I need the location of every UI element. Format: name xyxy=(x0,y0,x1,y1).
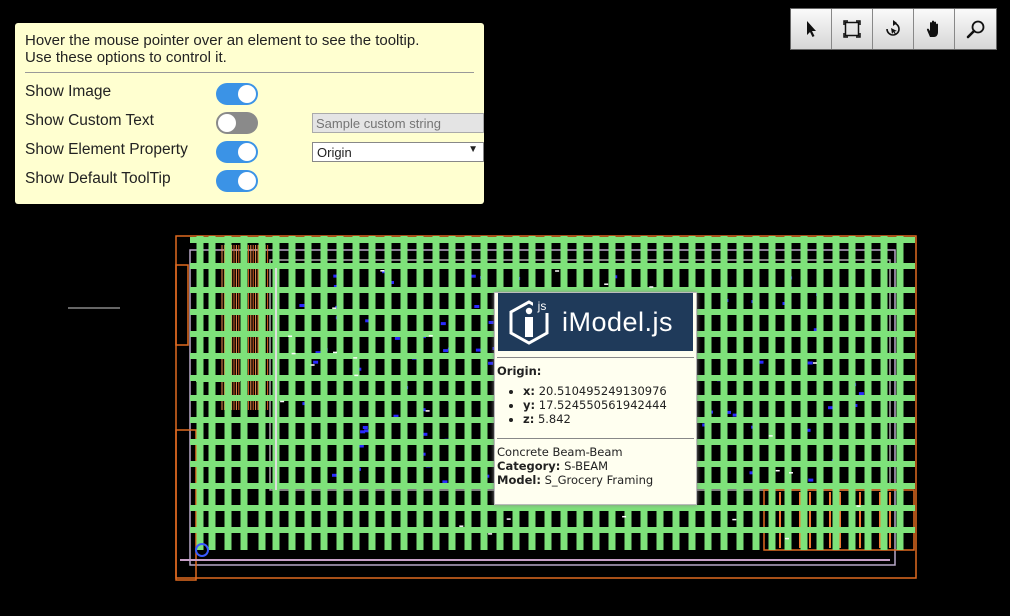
toggle-knob xyxy=(238,143,256,161)
coord-z: z: 5.842 xyxy=(523,412,694,426)
blue-mark xyxy=(488,321,494,324)
blue-mark xyxy=(364,429,370,433)
blue-mark xyxy=(808,478,814,482)
element-category: Category: S-BEAM xyxy=(497,459,609,473)
blue-mark xyxy=(807,361,813,365)
show-custom-text-row: Show Custom Text xyxy=(25,110,484,139)
dropdown-arrow-icon: ▼ xyxy=(468,144,478,155)
show-image-label: Show Image xyxy=(25,83,112,100)
blue-mark xyxy=(474,305,480,308)
imodeljs-logo: js iModel.js xyxy=(498,293,693,351)
zoom-magnifier-icon xyxy=(966,20,984,39)
fit-view-icon xyxy=(843,20,861,38)
blue-mark xyxy=(470,274,476,278)
toggle-knob xyxy=(238,85,256,103)
origin-coordinates-list: x: 20.510495249130976 y: 17.524550561942… xyxy=(497,384,694,426)
toggle-knob xyxy=(238,172,256,190)
show-element-property-label: Show Element Property xyxy=(25,141,188,158)
element-property-select[interactable]: Origin ▼ xyxy=(312,142,484,162)
show-custom-text-toggle[interactable] xyxy=(216,112,258,134)
blue-mark xyxy=(475,348,481,352)
blue-mark xyxy=(488,361,494,365)
blue-mark xyxy=(443,349,449,353)
logo-badge: js xyxy=(537,299,547,313)
view-tools-toolbar xyxy=(790,8,997,50)
show-default-tooltip-label: Show Default ToolTip xyxy=(25,170,171,187)
show-default-tooltip-row: Show Default ToolTip xyxy=(25,168,474,197)
blue-mark xyxy=(440,322,446,326)
show-element-property-toggle[interactable] xyxy=(216,141,258,163)
element-name: Concrete Beam-Beam xyxy=(497,445,623,459)
show-custom-text-label: Show Custom Text xyxy=(25,112,154,129)
blue-mark xyxy=(442,480,448,484)
element-property-selected-value: Origin xyxy=(317,145,352,160)
imodeljs-logo-icon: js xyxy=(509,299,552,345)
blue-mark xyxy=(394,336,400,340)
zoom-view-button[interactable] xyxy=(955,9,996,49)
blue-mark xyxy=(362,426,368,429)
fit-view-button[interactable] xyxy=(832,9,873,49)
panel-divider xyxy=(25,72,474,73)
show-image-toggle[interactable] xyxy=(216,83,258,105)
toggle-knob xyxy=(218,114,236,132)
logo-text: iModel.js xyxy=(562,306,674,337)
show-element-property-row: Show Element Property Origin ▼ xyxy=(25,139,484,168)
select-arrow-icon xyxy=(807,21,816,37)
coord-x: x: 20.510495249130976 xyxy=(523,384,694,398)
instructions-line-2: Use these options to control it. xyxy=(25,49,227,66)
show-default-tooltip-toggle[interactable] xyxy=(216,170,258,192)
blue-mark xyxy=(332,473,337,477)
blue-mark xyxy=(299,304,305,307)
tooltip-options-panel: Hover the mouse pointer over an element … xyxy=(15,23,484,204)
element-model: Model: S_Grocery Framing xyxy=(497,473,654,487)
select-tool-button[interactable] xyxy=(791,9,832,49)
rotate-view-icon xyxy=(886,20,900,36)
element-tooltip: js iModel.js Origin: x: 20.5104952491309… xyxy=(494,292,697,505)
rotate-view-button[interactable] xyxy=(873,9,914,49)
tooltip-divider-top xyxy=(497,357,694,358)
coord-y: y: 17.524550561942444 xyxy=(523,398,694,412)
pan-view-button[interactable] xyxy=(914,9,955,49)
perimeter-jog xyxy=(175,264,189,346)
tooltip-divider-bottom xyxy=(497,438,694,439)
property-title: Origin: xyxy=(497,364,542,378)
blue-mark xyxy=(828,406,833,410)
blue-mark xyxy=(858,392,864,396)
instructions-line-1: Hover the mouse pointer over an element … xyxy=(25,32,420,49)
show-image-row: Show Image xyxy=(25,81,474,110)
pan-hand-icon xyxy=(926,20,938,37)
blue-mark xyxy=(313,360,319,364)
custom-text-input[interactable] xyxy=(312,113,484,133)
